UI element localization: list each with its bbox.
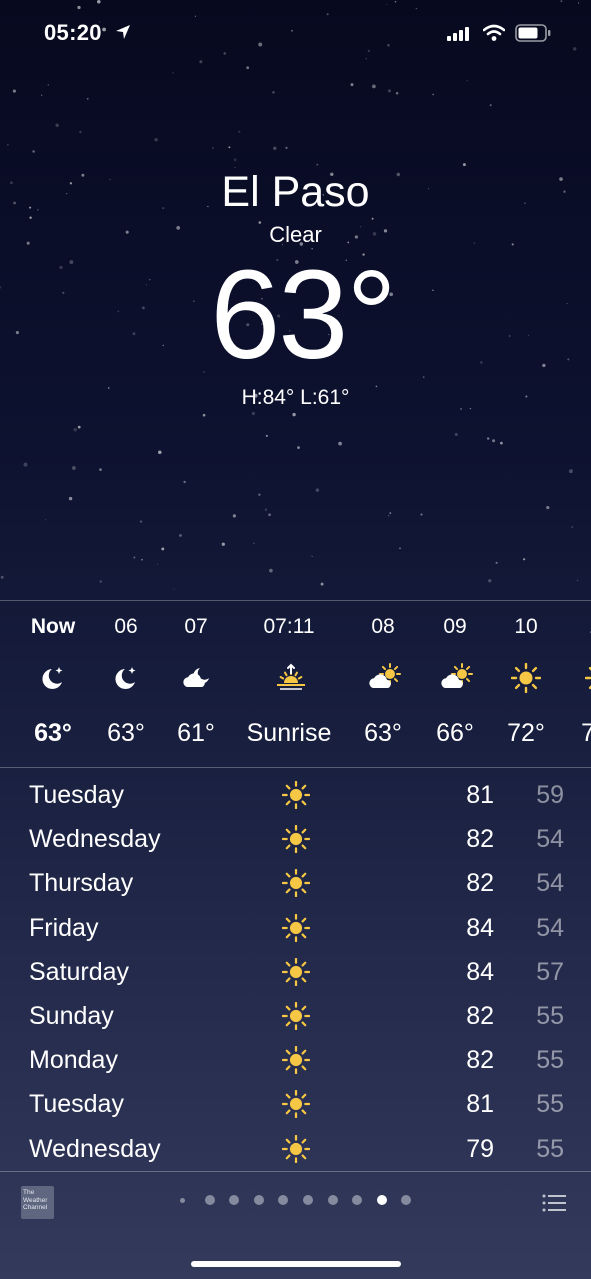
page-dot[interactable] [376, 1195, 387, 1205]
day-name: Saturday [29, 957, 130, 986]
weather-channel-logo[interactable]: The Weather Channel [21, 1186, 54, 1219]
day-low: 59 [536, 781, 564, 809]
current-location-dot[interactable] [180, 1198, 185, 1203]
day-high: 82 [466, 1046, 494, 1075]
wifi-icon [483, 24, 505, 41]
page-dot[interactable] [278, 1195, 289, 1205]
day-high: 81 [466, 781, 494, 809]
sun-icon [584, 663, 591, 693]
cloud-moon-icon [181, 663, 211, 693]
day-name: Wednesday [29, 825, 161, 854]
sun-icon [281, 957, 311, 986]
page-dot[interactable] [204, 1195, 215, 1205]
page-dot[interactable] [229, 1195, 240, 1205]
location-arrow-icon [116, 25, 130, 39]
day-name: Thursday [29, 869, 134, 898]
hourly-forecast-strip[interactable]: Now 63° 06 63° 07 61° 07:11 Sunrise 08 63° 09… [0, 601, 591, 767]
day-high: 79 [466, 1134, 494, 1163]
day-high: 82 [466, 825, 494, 854]
hour-temperature: 75° [581, 719, 591, 747]
sun-icon [281, 780, 311, 810]
day-name: Monday [29, 1046, 118, 1075]
hour-label: 07:11 [263, 615, 315, 638]
bottom-toolbar: The Weather Channel [0, 1172, 591, 1279]
daily-forecast-row: Sunday 82 55 [0, 994, 591, 1038]
daily-forecast-row: Saturday 84 57 [0, 950, 591, 994]
page-dot[interactable] [352, 1195, 363, 1205]
moon-stars-icon [38, 663, 68, 693]
day-name: Tuesday [29, 1090, 124, 1119]
day-low: 54 [536, 869, 564, 898]
high-low-text: H:84° L:61° [241, 386, 350, 409]
sun-icon [281, 913, 311, 942]
sun-icon [281, 825, 311, 854]
status-bar: 05:20 [0, 0, 591, 66]
hour-label: 11 [555, 615, 591, 639]
day-high: 81 [466, 1090, 494, 1119]
daily-forecast-row: Tuesday 81 59 [0, 773, 591, 817]
cloud-sun-icon [368, 663, 401, 693]
daily-forecast-row: Thursday 82 54 [0, 861, 591, 905]
day-low: 55 [536, 1046, 564, 1075]
current-temperature: 63° [210, 244, 397, 385]
sun-icon [281, 1090, 311, 1119]
sun-icon [281, 1134, 311, 1163]
day-low: 55 [536, 1134, 564, 1163]
daily-forecast-row: Tuesday 81 55 [0, 1082, 591, 1126]
city-name: El Paso [221, 168, 370, 216]
page-dot[interactable] [327, 1195, 338, 1205]
page-dot[interactable] [303, 1195, 313, 1205]
day-name: Tuesday [29, 781, 124, 809]
day-low: 54 [536, 913, 564, 942]
day-low: 54 [536, 825, 564, 854]
day-low: 55 [536, 1090, 564, 1119]
sunrise-icon [274, 663, 305, 693]
day-low: 55 [536, 1002, 564, 1030]
day-high: 84 [466, 913, 494, 942]
day-high: 82 [466, 869, 494, 898]
sun-icon [281, 1046, 311, 1075]
page-dot[interactable] [401, 1195, 412, 1205]
daily-forecast-row: Monday 82 55 [0, 1038, 591, 1082]
daily-forecast-row: Wednesday 82 54 [0, 817, 591, 861]
day-name: Sunday [29, 1002, 114, 1030]
day-name: Wednesday [29, 1134, 161, 1163]
page-dot[interactable] [253, 1195, 264, 1205]
daily-forecast-row: Friday 84 54 [0, 906, 591, 950]
hour-label: 07 [184, 615, 208, 638]
day-high: 84 [466, 957, 494, 986]
moon-stars-icon [111, 663, 141, 693]
status-time: 05:20 [44, 20, 102, 45]
cellular-signal-icon [447, 27, 469, 41]
day-name: Friday [29, 913, 99, 942]
cloud-sun-icon [440, 663, 473, 693]
home-indicator[interactable] [191, 1261, 401, 1267]
daily-forecast-row: Wednesday 79 55 [0, 1127, 591, 1171]
battery-icon [515, 24, 551, 42]
divider [0, 767, 591, 768]
day-high: 82 [466, 1002, 494, 1030]
list-icon[interactable] [542, 1194, 566, 1212]
sun-icon [281, 869, 311, 898]
day-low: 57 [536, 957, 564, 986]
sun-icon [510, 662, 542, 694]
sun-icon [281, 1001, 311, 1031]
